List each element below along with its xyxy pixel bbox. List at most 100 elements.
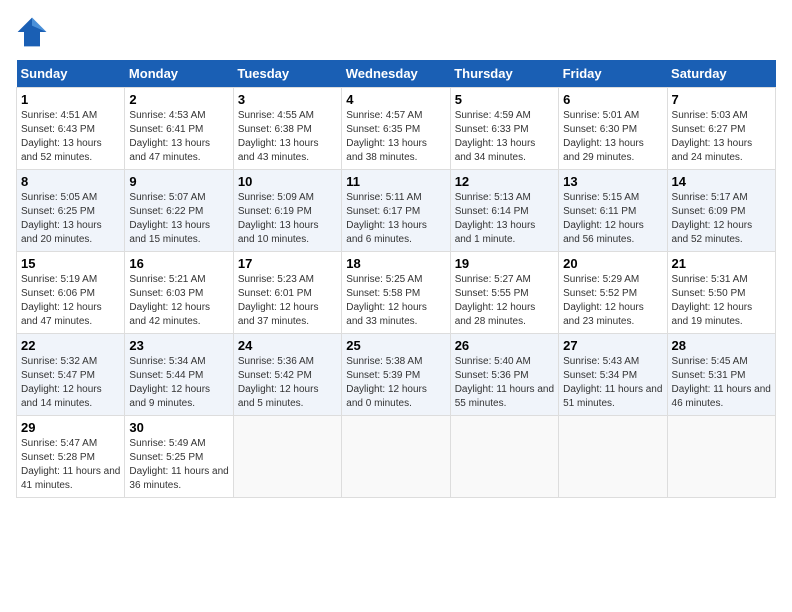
table-row: 14 Sunrise: 5:17 AM Sunset: 6:09 PM Dayl… (667, 170, 775, 252)
day-detail: Sunrise: 5:43 AM Sunset: 5:34 PM Dayligh… (563, 355, 662, 411)
day-detail: Sunrise: 5:47 AM Sunset: 5:28 PM Dayligh… (21, 437, 120, 493)
page-header (16, 16, 776, 48)
day-detail: Sunrise: 5:03 AM Sunset: 6:27 PM Dayligh… (672, 109, 771, 165)
table-row: 15 Sunrise: 5:19 AM Sunset: 6:06 PM Dayl… (17, 252, 125, 334)
calendar-row: 8 Sunrise: 5:05 AM Sunset: 6:25 PM Dayli… (17, 170, 776, 252)
day-number: 5 (455, 92, 554, 107)
day-number: 1 (21, 92, 120, 107)
day-detail: Sunrise: 5:27 AM Sunset: 5:55 PM Dayligh… (455, 273, 554, 329)
day-detail: Sunrise: 4:55 AM Sunset: 6:38 PM Dayligh… (238, 109, 337, 165)
table-row: 27 Sunrise: 5:43 AM Sunset: 5:34 PM Dayl… (559, 334, 667, 416)
day-number: 13 (563, 174, 662, 189)
empty-cell (667, 416, 775, 498)
day-number: 30 (129, 420, 228, 435)
col-sunday: Sunday (17, 60, 125, 88)
empty-cell (342, 416, 450, 498)
table-row: 18 Sunrise: 5:25 AM Sunset: 5:58 PM Dayl… (342, 252, 450, 334)
day-number: 16 (129, 256, 228, 271)
day-number: 20 (563, 256, 662, 271)
day-number: 28 (672, 338, 771, 353)
table-row: 16 Sunrise: 5:21 AM Sunset: 6:03 PM Dayl… (125, 252, 233, 334)
calendar-row: 15 Sunrise: 5:19 AM Sunset: 6:06 PM Dayl… (17, 252, 776, 334)
day-number: 10 (238, 174, 337, 189)
day-number: 7 (672, 92, 771, 107)
day-detail: Sunrise: 5:11 AM Sunset: 6:17 PM Dayligh… (346, 191, 445, 247)
day-detail: Sunrise: 5:23 AM Sunset: 6:01 PM Dayligh… (238, 273, 337, 329)
day-number: 6 (563, 92, 662, 107)
day-detail: Sunrise: 4:51 AM Sunset: 6:43 PM Dayligh… (21, 109, 120, 165)
table-row: 6 Sunrise: 5:01 AM Sunset: 6:30 PM Dayli… (559, 88, 667, 170)
table-row: 3 Sunrise: 4:55 AM Sunset: 6:38 PM Dayli… (233, 88, 341, 170)
table-row: 22 Sunrise: 5:32 AM Sunset: 5:47 PM Dayl… (17, 334, 125, 416)
table-row: 20 Sunrise: 5:29 AM Sunset: 5:52 PM Dayl… (559, 252, 667, 334)
day-number: 3 (238, 92, 337, 107)
day-detail: Sunrise: 4:57 AM Sunset: 6:35 PM Dayligh… (346, 109, 445, 165)
day-detail: Sunrise: 5:40 AM Sunset: 5:36 PM Dayligh… (455, 355, 554, 411)
table-row: 30 Sunrise: 5:49 AM Sunset: 5:25 PM Dayl… (125, 416, 233, 498)
day-number: 29 (21, 420, 120, 435)
day-detail: Sunrise: 5:49 AM Sunset: 5:25 PM Dayligh… (129, 437, 228, 493)
table-row: 5 Sunrise: 4:59 AM Sunset: 6:33 PM Dayli… (450, 88, 558, 170)
day-number: 17 (238, 256, 337, 271)
day-detail: Sunrise: 5:45 AM Sunset: 5:31 PM Dayligh… (672, 355, 771, 411)
day-number: 8 (21, 174, 120, 189)
calendar-body: 1 Sunrise: 4:51 AM Sunset: 6:43 PM Dayli… (17, 88, 776, 498)
day-detail: Sunrise: 5:01 AM Sunset: 6:30 PM Dayligh… (563, 109, 662, 165)
day-number: 27 (563, 338, 662, 353)
table-row: 2 Sunrise: 4:53 AM Sunset: 6:41 PM Dayli… (125, 88, 233, 170)
calendar-table: Sunday Monday Tuesday Wednesday Thursday… (16, 60, 776, 498)
col-monday: Monday (125, 60, 233, 88)
table-row: 19 Sunrise: 5:27 AM Sunset: 5:55 PM Dayl… (450, 252, 558, 334)
day-detail: Sunrise: 5:29 AM Sunset: 5:52 PM Dayligh… (563, 273, 662, 329)
day-number: 25 (346, 338, 445, 353)
empty-cell (559, 416, 667, 498)
table-row: 12 Sunrise: 5:13 AM Sunset: 6:14 PM Dayl… (450, 170, 558, 252)
day-number: 15 (21, 256, 120, 271)
table-row: 11 Sunrise: 5:11 AM Sunset: 6:17 PM Dayl… (342, 170, 450, 252)
day-detail: Sunrise: 5:05 AM Sunset: 6:25 PM Dayligh… (21, 191, 120, 247)
table-row: 26 Sunrise: 5:40 AM Sunset: 5:36 PM Dayl… (450, 334, 558, 416)
day-detail: Sunrise: 5:17 AM Sunset: 6:09 PM Dayligh… (672, 191, 771, 247)
day-number: 14 (672, 174, 771, 189)
day-detail: Sunrise: 5:32 AM Sunset: 5:47 PM Dayligh… (21, 355, 120, 411)
empty-cell (233, 416, 341, 498)
day-detail: Sunrise: 5:36 AM Sunset: 5:42 PM Dayligh… (238, 355, 337, 411)
day-detail: Sunrise: 4:53 AM Sunset: 6:41 PM Dayligh… (129, 109, 228, 165)
day-detail: Sunrise: 5:38 AM Sunset: 5:39 PM Dayligh… (346, 355, 445, 411)
table-row: 23 Sunrise: 5:34 AM Sunset: 5:44 PM Dayl… (125, 334, 233, 416)
day-number: 11 (346, 174, 445, 189)
day-number: 24 (238, 338, 337, 353)
table-row: 13 Sunrise: 5:15 AM Sunset: 6:11 PM Dayl… (559, 170, 667, 252)
day-detail: Sunrise: 5:21 AM Sunset: 6:03 PM Dayligh… (129, 273, 228, 329)
day-number: 22 (21, 338, 120, 353)
table-row: 1 Sunrise: 4:51 AM Sunset: 6:43 PM Dayli… (17, 88, 125, 170)
calendar-header: Sunday Monday Tuesday Wednesday Thursday… (17, 60, 776, 88)
day-detail: Sunrise: 5:13 AM Sunset: 6:14 PM Dayligh… (455, 191, 554, 247)
day-detail: Sunrise: 5:07 AM Sunset: 6:22 PM Dayligh… (129, 191, 228, 247)
weekday-header-row: Sunday Monday Tuesday Wednesday Thursday… (17, 60, 776, 88)
day-detail: Sunrise: 5:09 AM Sunset: 6:19 PM Dayligh… (238, 191, 337, 247)
logo (16, 16, 52, 48)
day-detail: Sunrise: 5:31 AM Sunset: 5:50 PM Dayligh… (672, 273, 771, 329)
day-number: 2 (129, 92, 228, 107)
day-detail: Sunrise: 5:25 AM Sunset: 5:58 PM Dayligh… (346, 273, 445, 329)
day-number: 12 (455, 174, 554, 189)
col-tuesday: Tuesday (233, 60, 341, 88)
table-row: 4 Sunrise: 4:57 AM Sunset: 6:35 PM Dayli… (342, 88, 450, 170)
calendar-row: 22 Sunrise: 5:32 AM Sunset: 5:47 PM Dayl… (17, 334, 776, 416)
col-friday: Friday (559, 60, 667, 88)
day-number: 26 (455, 338, 554, 353)
col-thursday: Thursday (450, 60, 558, 88)
day-detail: Sunrise: 5:34 AM Sunset: 5:44 PM Dayligh… (129, 355, 228, 411)
table-row: 28 Sunrise: 5:45 AM Sunset: 5:31 PM Dayl… (667, 334, 775, 416)
table-row: 7 Sunrise: 5:03 AM Sunset: 6:27 PM Dayli… (667, 88, 775, 170)
table-row: 9 Sunrise: 5:07 AM Sunset: 6:22 PM Dayli… (125, 170, 233, 252)
day-number: 23 (129, 338, 228, 353)
calendar-row: 29 Sunrise: 5:47 AM Sunset: 5:28 PM Dayl… (17, 416, 776, 498)
empty-cell (450, 416, 558, 498)
day-number: 18 (346, 256, 445, 271)
table-row: 24 Sunrise: 5:36 AM Sunset: 5:42 PM Dayl… (233, 334, 341, 416)
day-detail: Sunrise: 4:59 AM Sunset: 6:33 PM Dayligh… (455, 109, 554, 165)
table-row: 17 Sunrise: 5:23 AM Sunset: 6:01 PM Dayl… (233, 252, 341, 334)
day-number: 21 (672, 256, 771, 271)
